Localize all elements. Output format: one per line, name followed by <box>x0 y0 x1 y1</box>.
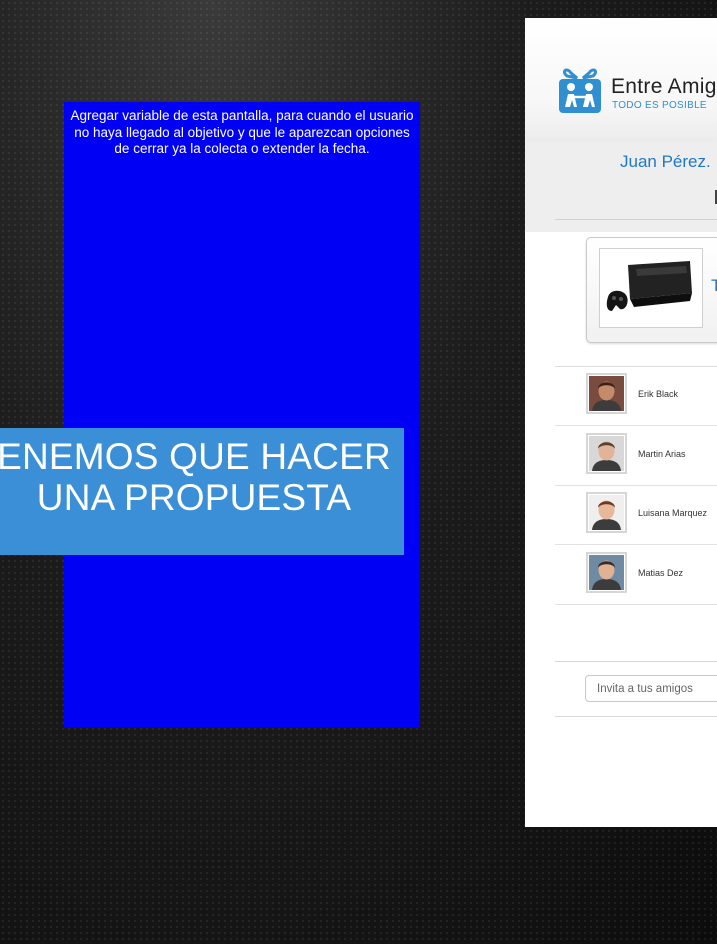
annotation-text: Agregar variable de esta pantalla, para … <box>70 108 414 156</box>
friend-avatar <box>586 373 627 414</box>
friend-name: Matias Dez <box>638 567 684 578</box>
friend-avatar <box>586 551 627 593</box>
friend-row[interactable]: Martin Arias <box>555 426 717 486</box>
friend-avatar <box>586 492 627 533</box>
divider <box>555 661 717 662</box>
brand-name: Entre Amig <box>611 75 717 98</box>
user-name[interactable]: Juan Pérez. <box>620 152 711 172</box>
divider <box>555 716 717 717</box>
invite-friends-input[interactable] <box>585 675 717 702</box>
gift-logo-icon <box>557 67 603 115</box>
friend-name: Luisana Marquez <box>638 508 708 518</box>
friend-name: Erik Black <box>638 389 679 399</box>
friend-row[interactable]: Erik Black <box>555 366 717 426</box>
friend-avatar <box>586 432 627 474</box>
brand-tagline: TODO ES POSIBLE <box>612 100 707 111</box>
friend-row[interactable]: Matias Dez <box>555 545 717 605</box>
product-image <box>599 248 703 328</box>
friend-row[interactable]: Luisana Marquez <box>555 485 717 545</box>
banner-text: ENEMOS QUE HACER UNA PROPUESTA <box>0 436 404 518</box>
app-mockup: Entre Amig TODO ES POSIBLE Juan Pérez. T… <box>525 18 717 827</box>
product-title: T <box>711 276 717 295</box>
divider <box>555 219 717 220</box>
banner-line-2: UNA PROPUESTA <box>36 477 352 518</box>
banner-line-1: ENEMOS QUE HACER <box>0 436 391 477</box>
proposal-banner: ENEMOS QUE HACER UNA PROPUESTA <box>0 428 404 555</box>
friend-name: Martin Arias <box>638 448 686 459</box>
annotation-panel: Agregar variable de esta pantalla, para … <box>64 102 420 728</box>
product-card[interactable]: T <box>586 237 717 343</box>
